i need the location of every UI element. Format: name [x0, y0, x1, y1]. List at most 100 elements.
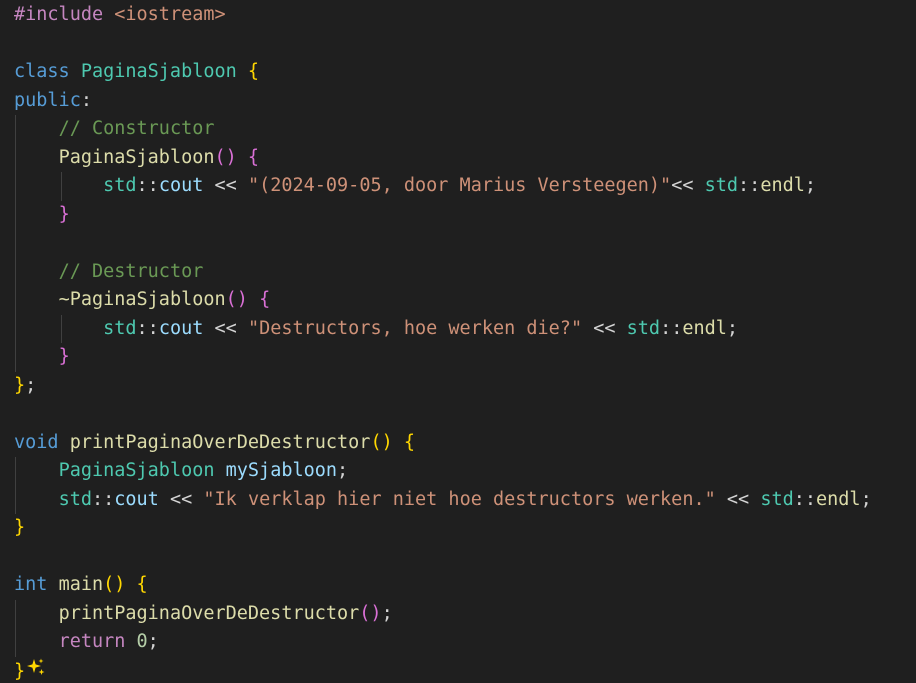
operator-token: ;	[147, 631, 159, 652]
bracket-token: ()	[103, 574, 126, 595]
string-literal: "Ik verklap hier niet hoe destructors we…	[203, 488, 716, 510]
keyword-token: void	[14, 431, 70, 453]
bracket-token: {	[247, 61, 260, 82]
operator-token: :	[80, 89, 92, 111]
code-line[interactable]: int main() {	[0, 571, 916, 600]
operator-token: ::	[738, 175, 761, 196]
string-literal: "Destructors, hoe werken die?"	[247, 317, 583, 339]
variable-token: mySjabloon	[225, 460, 338, 481]
bracket-token: {	[247, 146, 260, 168]
code-line[interactable]: void printPaginaOverDeDestructor() {	[0, 429, 916, 458]
code-line[interactable]: PaginaSjabloon mySjabloon;	[0, 457, 916, 486]
number-token: 0	[136, 631, 148, 652]
bracket-token: ()	[359, 602, 382, 624]
code-line[interactable]	[0, 229, 916, 258]
code-line[interactable]: class PaginaSjabloon {	[0, 58, 916, 87]
indent-guide	[15, 457, 16, 486]
indent-guide	[61, 172, 62, 201]
code-line[interactable]: #include <iostream>	[0, 1, 916, 30]
operator-token: ::	[793, 488, 817, 510]
indent-guide	[15, 172, 16, 201]
bracket-token: }	[14, 660, 26, 682]
code-line[interactable]: };	[0, 372, 916, 401]
operator-token: <<	[671, 175, 705, 196]
indent-guide	[15, 628, 16, 657]
sparkle-icon[interactable]	[26, 657, 46, 683]
operator-token	[14, 346, 59, 367]
bracket-token: ()	[214, 146, 237, 168]
bracket-token: ()	[225, 289, 248, 310]
operator-token	[14, 118, 59, 139]
bracket-token: {	[259, 289, 271, 310]
variable-token: cout	[114, 488, 159, 510]
keyword-token: int	[14, 574, 59, 595]
bracket-token: {	[403, 431, 415, 453]
comment-token: // Destructor	[58, 260, 204, 282]
indent-guide	[61, 314, 62, 343]
code-line[interactable]: }	[0, 200, 916, 229]
code-editor[interactable]: #include <iostream> class PaginaSjabloon …	[0, 0, 916, 683]
code-line[interactable]: // Destructor	[0, 257, 916, 286]
bracket-token: }	[14, 517, 26, 538]
operator-token: ;	[860, 488, 872, 510]
code-line[interactable]: public:	[0, 87, 916, 116]
operator-token: ;	[726, 317, 739, 339]
operator-token	[14, 318, 103, 339]
indent-guide	[15, 200, 16, 229]
code-line[interactable]: return 0;	[0, 628, 916, 657]
code-line[interactable]: PaginaSjabloon() {	[0, 143, 916, 172]
operator-token: ::	[136, 317, 159, 339]
function-token: endl	[760, 175, 805, 196]
code-line[interactable]: ~PaginaSjabloon() {	[0, 286, 916, 315]
operator-token	[14, 204, 59, 225]
type-token: std	[704, 175, 739, 196]
bracket-token: }	[14, 374, 26, 396]
indent-guide	[15, 314, 16, 343]
code-line[interactable]	[0, 400, 916, 429]
code-line[interactable]: }	[0, 514, 916, 543]
indent-guide	[15, 599, 16, 628]
code-line[interactable]: std::cout << "Ik verklap hier niet hoe d…	[0, 485, 916, 514]
include-path-token: <iostream>	[114, 4, 226, 25]
code-line[interactable]	[0, 30, 916, 59]
indent-guide	[15, 343, 16, 372]
code-line[interactable]: std::cout << "Destructors, hoe werken di…	[0, 314, 916, 343]
bracket-token: }	[58, 346, 70, 367]
function-token: main	[58, 574, 104, 595]
variable-token: cout	[158, 317, 204, 339]
function-token: printPaginaOverDeDestructor	[58, 602, 360, 624]
type-token: std	[760, 488, 794, 510]
function-token: endl	[816, 488, 861, 510]
operator-token: ::	[91, 488, 115, 510]
preprocessor-token: #include	[14, 4, 115, 25]
function-token: ~PaginaSjabloon	[58, 289, 226, 310]
operator-token	[14, 261, 59, 282]
operator-token: ;	[381, 602, 393, 624]
keyword-token: public	[14, 89, 81, 111]
operator-token	[248, 289, 259, 310]
operator-token	[393, 432, 404, 453]
bracket-token: {	[136, 574, 148, 595]
type-token: PaginaSjabloon	[80, 61, 248, 82]
bracket-token: ()	[370, 431, 393, 453]
operator-token	[14, 489, 59, 510]
code-line[interactable]: }	[0, 343, 916, 372]
operator-token: <<	[203, 175, 248, 196]
type-token: std	[58, 488, 92, 510]
type-token: std	[103, 175, 137, 196]
operator-token	[14, 603, 59, 624]
indent-guide	[15, 115, 16, 144]
operator-token	[237, 147, 248, 168]
comment-token: // Constructor	[58, 118, 215, 139]
code-line[interactable]: printPaginaOverDeDestructor();	[0, 599, 916, 628]
code-line[interactable]: }	[0, 657, 916, 683]
function-token: printPaginaOverDeDestructor	[69, 431, 371, 453]
indent-guide	[15, 286, 16, 315]
operator-token	[14, 147, 59, 168]
operator-token	[14, 289, 59, 310]
variable-token: cout	[158, 175, 204, 196]
code-line[interactable]	[0, 543, 916, 572]
code-line[interactable]: // Constructor	[0, 115, 916, 144]
code-line[interactable]: std::cout << "(2024-09-05, door Marius V…	[0, 172, 916, 201]
string-literal: "(2024-09-05, door Marius Versteegen)"	[247, 175, 672, 196]
